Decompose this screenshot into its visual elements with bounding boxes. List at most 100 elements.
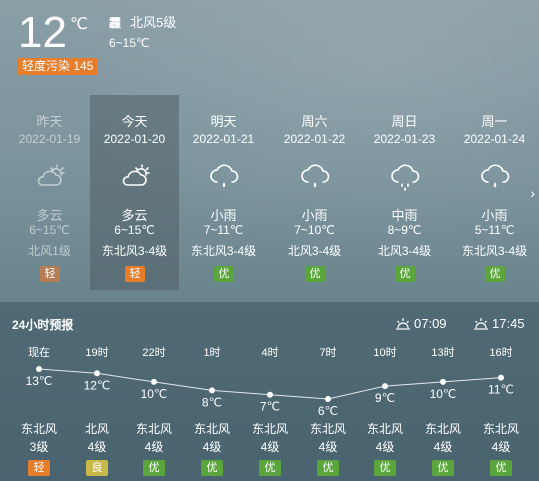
day-date: 2022-01-24 [463, 132, 526, 146]
day-date: 2022-01-21 [192, 132, 255, 146]
hour-wind-level: 4级 [491, 440, 511, 454]
temperature-point [151, 378, 157, 385]
day-aqi-badge: 轻 [40, 266, 60, 282]
day-column[interactable]: 今天 2022-01-20 多云 6~15℃ 东北风3-4级轻 [90, 95, 179, 290]
temperature-label: 7℃ [260, 400, 280, 414]
hour-wind: 东北风 [135, 422, 172, 436]
temperature-label: 13℃ [26, 374, 53, 388]
hour-aqi-badge: 良 [86, 460, 108, 476]
hour-wind-level: 4级 [318, 440, 338, 454]
current-wind: 北风5级 [130, 15, 177, 30]
hour-wind-level: 4级 [260, 440, 280, 454]
day-aqi-badge: 优 [214, 266, 234, 282]
day-aqi-badge: 优 [395, 266, 415, 282]
day-temp-range: 7~11℃ [203, 223, 244, 237]
current-temp-range: 6~15℃ [109, 36, 150, 50]
hour-wind: 东北风 [251, 422, 288, 436]
temperature-point [325, 396, 331, 402]
hour-wind-level: 3级 [29, 440, 49, 454]
current-aqi-badge[interactable]: 轻度污染 145 [17, 58, 99, 75]
hour-wind: 东北风 [366, 422, 403, 436]
hour-wind: 东北风 [309, 422, 346, 436]
light-rain-icon [479, 161, 511, 193]
hour-aqi-badge: 优 [374, 460, 396, 476]
day-column[interactable]: 周日 2022-01-23 中雨 8~9℃ 北风3-4级优 [360, 95, 449, 290]
day-column[interactable]: 昨天 2022-01-19 多云 6~15℃ 北风1级轻 [5, 95, 94, 290]
hour-time: 10时 [373, 347, 397, 359]
day-temp-range: 5~11℃ [474, 223, 515, 237]
day-column[interactable]: 周一 2022-01-24 小雨 5~11℃ 东北风3-4级优 [450, 95, 539, 290]
day-condition: 多云 [121, 208, 148, 223]
hour-aqi-badge: 优 [317, 460, 339, 476]
day-date: 2022-01-20 [103, 132, 166, 146]
day-condition: 多云 [36, 208, 63, 223]
hour-wind: 东北风 [20, 422, 57, 436]
moderate-rain-icon [389, 161, 421, 193]
temperature-label: 10℃ [430, 387, 457, 401]
day-condition: 小雨 [210, 208, 237, 223]
hour-time: 16时 [489, 347, 513, 359]
temperature-point [440, 378, 446, 385]
day-column[interactable]: 明天 2022-01-21 小雨 7~11℃ 东北风3-4级优 [179, 95, 268, 290]
day-condition: 小雨 [481, 208, 508, 223]
day-name: 周六 [301, 114, 328, 129]
day-name: 明天 [210, 114, 237, 129]
hour-wind: 东北风 [424, 422, 461, 436]
chevron-right-icon[interactable]: › [530, 185, 535, 201]
current-temperature: 12 [18, 8, 67, 57]
day-wind: 东北风3-4级 [101, 244, 168, 258]
hour-wind-level: 4级 [87, 440, 107, 454]
hour-wind: 北风 [84, 422, 109, 436]
day-name: 昨天 [36, 114, 63, 129]
temperature-point [209, 387, 215, 394]
cloudy-icon [34, 161, 66, 193]
hour-wind-level: 4级 [375, 440, 395, 454]
temperature-label: 11℃ [488, 383, 514, 397]
day-date: 2022-01-19 [18, 132, 81, 146]
daily-forecast: 昨天 2022-01-19 多云 6~15℃ 北风1级轻今天 2022-01-20 多云 6~… [0, 95, 539, 290]
day-wind: 北风3-4级 [287, 244, 342, 258]
hour-aqi-badge: 轻 [28, 460, 50, 476]
temperature-label: 8℃ [202, 395, 222, 409]
temperature-point [36, 366, 42, 372]
day-wind: 东北风3-4级 [190, 244, 257, 258]
temperature-label: 12℃ [84, 378, 111, 392]
hour-time: 7时 [319, 347, 337, 359]
day-date: 2022-01-23 [373, 132, 436, 146]
day-wind: 北风3-4级 [377, 244, 432, 258]
day-name: 周一 [481, 114, 508, 129]
day-condition: 小雨 [301, 208, 328, 223]
day-condition: 中雨 [391, 208, 418, 223]
hour-time: 1时 [203, 347, 221, 359]
temperature-point [267, 391, 273, 398]
hour-aqi-badge: 优 [259, 460, 281, 476]
hour-aqi-badge: 优 [432, 460, 454, 476]
day-aqi-badge: 优 [305, 266, 325, 282]
temperature-point [94, 370, 100, 377]
hour-wind: 东北风 [482, 422, 519, 436]
hour-wind-level: 4级 [144, 440, 164, 454]
hour-aqi-badge: 优 [490, 460, 512, 476]
temperature-label: 10℃ [141, 387, 168, 401]
day-temp-range: 8~9℃ [387, 223, 422, 237]
day-aqi-badge: 优 [485, 266, 505, 282]
hour-wind: 东北风 [193, 422, 230, 436]
hour-time: 13时 [431, 347, 455, 359]
day-column[interactable]: 周六 2022-01-22 小雨 7~10℃ 北风3-4级优 [270, 95, 359, 290]
hour-time: 22时 [142, 347, 166, 359]
day-temp-range: 6~15℃ [29, 223, 70, 237]
day-temp-range: 7~10℃ [294, 223, 335, 237]
day-date: 2022-01-22 [283, 132, 346, 146]
temperature-point [382, 383, 388, 390]
hour-time: 19时 [85, 347, 109, 359]
hour-time: 现在 [28, 347, 50, 359]
hourly-forecast-panel: 24小时预报 07:09 17:45 13℃ 12℃ 10℃ 8℃ 7℃ 6℃ 9℃ 10℃ 1… [0, 302, 539, 481]
day-wind: 北风1级 [28, 244, 71, 258]
day-name: 今天 [121, 114, 148, 129]
light-rain-icon [299, 161, 331, 193]
temperature-label: 6℃ [318, 404, 338, 418]
cloudy-icon [119, 161, 151, 193]
day-aqi-badge: 轻 [125, 266, 145, 282]
hour-time: 4时 [261, 347, 279, 359]
hour-wind-level: 4级 [433, 440, 453, 454]
